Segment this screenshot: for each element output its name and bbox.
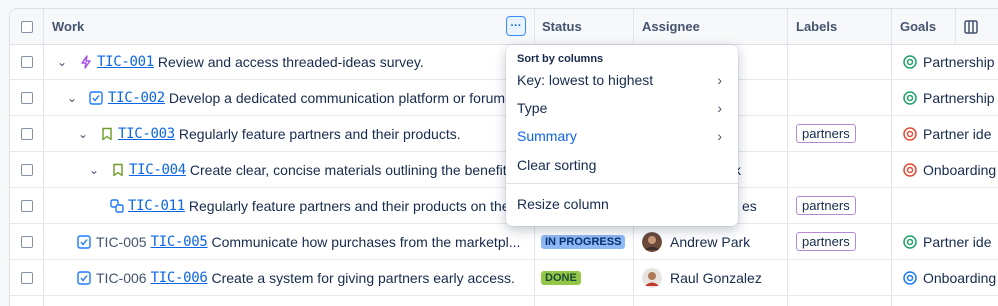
issue-key-link[interactable]: TIC-002 xyxy=(108,90,165,106)
menu-heading: Sort by columns xyxy=(517,53,604,65)
label-tag[interactable]: partners xyxy=(796,124,856,143)
goal-icon xyxy=(903,126,917,141)
table-header: Work Status Assignee Labels Goals xyxy=(10,9,998,45)
goal-name[interactable]: Partnership xyxy=(923,90,995,106)
assignee-name[interactable]: es xyxy=(742,188,757,223)
menu-item-label: Summary xyxy=(517,128,577,144)
goal-icon xyxy=(903,270,917,285)
chevron-right-icon: › xyxy=(717,128,722,144)
issue-key-link[interactable]: TIC-004 xyxy=(129,162,186,178)
goal-icon xyxy=(903,234,917,249)
issue-summary[interactable]: Regularly feature partners and their pro… xyxy=(189,198,521,214)
assignee-name[interactable]: Raul Gonzalez xyxy=(670,270,762,286)
menu-item-label: Resize column xyxy=(517,196,609,212)
chevron-down-icon[interactable]: ⌄ xyxy=(67,80,81,115)
goal-name[interactable]: Partner ide xyxy=(923,126,991,142)
goal-name[interactable]: Onboarding xyxy=(923,270,996,286)
chevron-right-icon: › xyxy=(717,72,722,88)
table-row[interactable]: ⌄ TIC-004 Create clear, concise material… xyxy=(10,152,998,188)
goal-icon xyxy=(903,54,917,69)
column-settings-icon[interactable] xyxy=(964,9,978,44)
task-icon xyxy=(77,260,91,295)
issue-summary[interactable]: Regularly feature partners and their pro… xyxy=(179,126,461,142)
table-row[interactable]: TIC-011 Regularly feature partners and t… xyxy=(10,188,998,224)
row-checkbox[interactable] xyxy=(21,188,33,223)
menu-item-resize-column[interactable]: Resize column xyxy=(506,190,738,218)
goal-icon xyxy=(903,162,917,177)
menu-item-sort-key[interactable]: Key: lowest to highest › xyxy=(506,66,738,94)
issue-summary[interactable]: Create clear, concise materials outlinin… xyxy=(190,162,525,178)
avatar xyxy=(642,231,662,252)
issue-summary[interactable]: Develop a dedicated communication platfo… xyxy=(169,90,517,106)
menu-divider xyxy=(506,183,738,184)
issue-summary[interactable]: Communicate how purchases from the marke… xyxy=(211,234,520,250)
assignee-name[interactable]: Andrew Park xyxy=(670,234,750,250)
menu-item-sort-type[interactable]: Type › xyxy=(506,94,738,122)
issue-key-link[interactable]: TIC-011 xyxy=(128,198,185,214)
epic-icon xyxy=(79,44,93,79)
table-row[interactable]: ⌄ TIC-003 Regularly feature partners and… xyxy=(10,116,998,152)
row-checkbox[interactable] xyxy=(21,260,33,295)
task-icon xyxy=(89,80,103,115)
sort-menu: Sort by columns Key: lowest to highest ›… xyxy=(506,45,738,226)
issue-key-link[interactable]: TIC-005 xyxy=(151,234,208,250)
label-tag[interactable]: partners xyxy=(796,196,856,215)
goal-name[interactable]: Partner ide xyxy=(923,234,991,250)
column-header-goals[interactable]: Goals xyxy=(900,9,936,44)
table-row[interactable]: TIC-005 TIC-005 Communicate how purchase… xyxy=(10,224,998,260)
issue-key-link[interactable]: TIC-001 xyxy=(97,54,154,70)
chevron-down-icon[interactable]: ⌄ xyxy=(89,152,103,187)
subtask-icon xyxy=(110,188,124,223)
goal-icon xyxy=(903,90,917,105)
issue-summary[interactable]: Create a system for giving partners earl… xyxy=(211,270,514,286)
goal-name[interactable]: Onboarding xyxy=(923,162,996,178)
story-icon xyxy=(111,152,125,187)
row-checkbox[interactable] xyxy=(21,224,33,259)
story-icon xyxy=(100,116,114,151)
menu-item-label: Type xyxy=(517,100,548,116)
issue-key-link[interactable]: TIC-006 xyxy=(151,270,208,286)
status-badge[interactable]: IN PROGRESS xyxy=(541,234,626,249)
menu-item-label: Clear sorting xyxy=(517,157,597,173)
column-header-labels[interactable]: Labels xyxy=(796,9,837,44)
goal-name[interactable]: Partnership xyxy=(923,54,995,70)
table-row[interactable]: ⌄ TIC-002 Develop a dedicated communicat… xyxy=(10,80,998,116)
menu-item-sort-summary[interactable]: Summary › xyxy=(506,122,738,150)
task-icon xyxy=(77,224,91,259)
issue-key-link[interactable]: TIC-003 xyxy=(118,126,175,142)
select-all-checkbox[interactable] xyxy=(21,9,33,44)
row-checkbox[interactable] xyxy=(21,116,33,151)
status-badge[interactable]: DONE xyxy=(541,270,581,285)
table-row[interactable]: TIC-006 TIC-006 Create a system for givi… xyxy=(10,260,998,296)
issue-key-text: TIC-005 xyxy=(96,233,147,250)
more-actions-button[interactable]: ··· xyxy=(506,16,526,36)
issue-summary[interactable]: Review and access threaded-ideas survey. xyxy=(158,54,424,70)
avatar xyxy=(642,267,662,288)
row-checkbox[interactable] xyxy=(21,152,33,187)
column-header-assignee[interactable]: Assignee xyxy=(642,9,700,44)
label-tag[interactable]: partners xyxy=(796,232,856,251)
menu-item-label: Key: lowest to highest xyxy=(517,72,654,88)
column-divider xyxy=(955,9,956,44)
column-header-status[interactable]: Status xyxy=(542,9,582,44)
chevron-down-icon[interactable]: ⌄ xyxy=(57,44,71,79)
chevron-down-icon[interactable]: ⌄ xyxy=(78,116,92,151)
work-table: Work Status Assignee Labels Goals ⌄ TIC-… xyxy=(9,8,998,306)
issue-key-text: TIC-006 xyxy=(96,269,147,286)
row-checkbox[interactable] xyxy=(21,80,33,115)
chevron-right-icon: › xyxy=(717,100,722,116)
row-checkbox[interactable] xyxy=(21,44,33,79)
column-header-work[interactable]: Work xyxy=(52,9,84,44)
table-row[interactable]: ⌄ TIC-001 Review and access threaded-ide… xyxy=(10,44,998,80)
menu-item-clear-sorting[interactable]: Clear sorting xyxy=(506,151,738,179)
